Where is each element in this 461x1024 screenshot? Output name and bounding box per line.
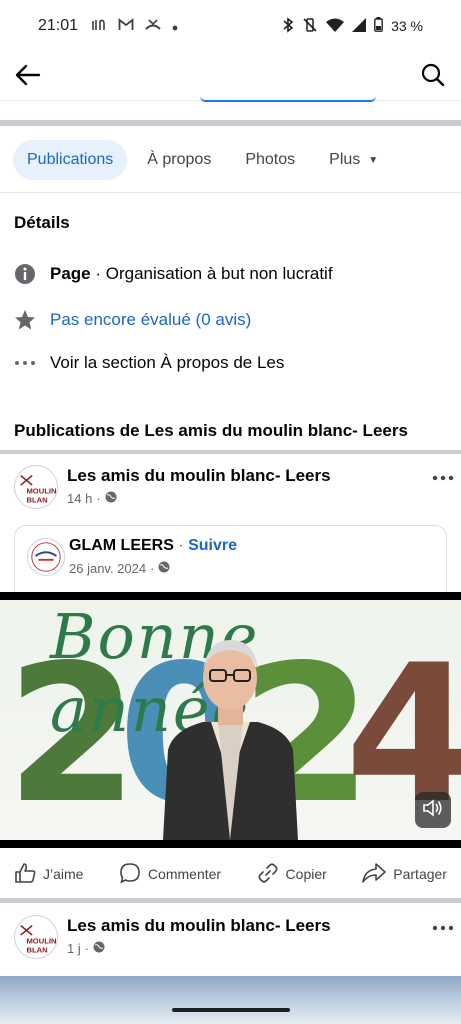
speaker-icon (422, 798, 444, 823)
status-notification-icons (92, 18, 178, 35)
tab-label: Photos (245, 151, 296, 168)
star-icon (14, 309, 36, 331)
shared-author[interactable]: GLAM LEERS (69, 537, 174, 554)
shared-avatar[interactable] (27, 538, 65, 576)
comment-label: Commenter (147, 866, 222, 882)
section-divider (0, 120, 461, 126)
divider (0, 192, 461, 193)
thumbs-up-icon (14, 862, 36, 886)
publications-title: Publications de Les amis du moulin blanc… (14, 421, 408, 440)
share-label: Partager (393, 866, 447, 882)
post-time: 1 j (67, 941, 81, 956)
rating-link[interactable]: Pas encore évalué (0 avis) (50, 310, 251, 330)
video-player[interactable]: 2 0 2 4 Bonne année (0, 592, 461, 848)
comment-button[interactable]: Commenter (119, 862, 221, 887)
category-value: · Organisation à but non lucratif (90, 264, 333, 283)
page-tabs: Publications À propos Photos Plus ▼ (0, 138, 461, 182)
cell-signal-icon (352, 17, 367, 35)
link-icon (257, 862, 279, 887)
tab-label: À propos (147, 151, 212, 168)
tab-photos[interactable]: Photos (231, 140, 309, 180)
detail-category: Page · Organisation à but non lucratif (14, 263, 333, 285)
missed-call-icon (144, 18, 162, 35)
speaker-figure (163, 640, 298, 840)
post-header: MOULIN BLAN Les amis du moulin blanc- Le… (14, 465, 454, 515)
info-icon (14, 263, 36, 285)
gmail-icon (118, 18, 134, 34)
more-horizontal-icon (14, 352, 36, 374)
globe-icon (93, 941, 105, 956)
scrolled-header-remnant (0, 100, 461, 120)
caret-down-icon: ▼ (368, 154, 379, 166)
status-system-icons: 33 % (282, 16, 423, 36)
page-avatar[interactable]: MOULIN BLAN (14, 915, 58, 959)
search-button[interactable] (419, 63, 447, 91)
post-more-button[interactable] (432, 465, 454, 486)
page-avatar[interactable]: MOULIN BLAN (14, 465, 58, 509)
post-header: MOULIN BLAN Les amis du moulin blanc- Le… (14, 915, 454, 965)
post-meta: 14 h · (67, 491, 117, 506)
status-time: 21:01 (38, 17, 79, 34)
like-button[interactable]: J’aime (14, 862, 84, 886)
more-horizontal-icon (432, 465, 454, 485)
copy-label: Copier (285, 866, 327, 882)
detail-rating[interactable]: Pas encore évalué (0 avis) (14, 309, 251, 331)
tab-more[interactable]: Plus ▼ (315, 140, 392, 180)
wifi-icon (326, 18, 345, 35)
tab-publications[interactable]: Publications (13, 140, 128, 180)
vibrate-off-icon (302, 17, 318, 36)
back-button[interactable] (14, 63, 42, 91)
details-title: Détails (14, 213, 70, 232)
separator: · (96, 491, 101, 506)
post-author[interactable]: Les amis du moulin blanc- Leers (67, 466, 331, 486)
about-link-text[interactable]: Voir la section À propos de Les (50, 353, 284, 373)
status-bar: 21:01 33 % (0, 0, 461, 52)
post-more-button[interactable] (432, 915, 454, 936)
detail-about-link[interactable]: Voir la section À propos de Les (14, 352, 284, 374)
battery-percent: 33 % (391, 18, 423, 34)
separator: · (84, 941, 90, 956)
post-author[interactable]: Les amis du moulin blanc- Leers (67, 916, 331, 936)
post-image-preview[interactable] (0, 976, 461, 1024)
button-remnant (200, 94, 376, 102)
separator: · (150, 561, 155, 576)
more-horizontal-icon (432, 915, 454, 935)
bluetooth-icon (282, 16, 294, 36)
sound-toggle-button[interactable] (415, 792, 451, 828)
shared-date: 26 janv. 2024 (69, 561, 147, 576)
post-time: 14 h (67, 491, 93, 506)
search-icon (421, 63, 445, 92)
globe-icon (158, 561, 170, 576)
battery-icon (374, 17, 383, 35)
avatar-text-2: BLAN (26, 495, 47, 504)
globe-icon (105, 491, 117, 506)
home-indicator[interactable] (172, 1008, 290, 1012)
avatar-text-2: BLAN (26, 945, 47, 954)
video-frame: 2 0 2 4 Bonne année (0, 600, 461, 840)
share-icon (362, 862, 387, 886)
category-label: Page (50, 264, 91, 283)
shared-author-line: GLAM LEERS · Suivre (69, 537, 237, 555)
post-actions: J’aime Commenter Copier Partager (0, 852, 461, 896)
shared-meta: 26 janv. 2024 · (69, 561, 170, 576)
section-divider (0, 450, 461, 454)
dot-icon (172, 19, 178, 34)
post-meta: 1 j · (67, 941, 105, 956)
tab-label: Plus (329, 151, 361, 168)
follow-button[interactable]: Suivre (188, 537, 237, 554)
copy-link-button[interactable]: Copier (257, 862, 327, 887)
signal-app-icon (92, 18, 108, 35)
tab-label: Publications (27, 151, 114, 168)
section-divider (0, 898, 461, 903)
separator: · (173, 537, 189, 554)
share-button[interactable]: Partager (362, 862, 447, 886)
arrow-left-icon (15, 64, 41, 91)
comment-icon (119, 862, 141, 887)
tab-about[interactable]: À propos (133, 140, 225, 180)
like-label: J’aime (43, 866, 84, 882)
